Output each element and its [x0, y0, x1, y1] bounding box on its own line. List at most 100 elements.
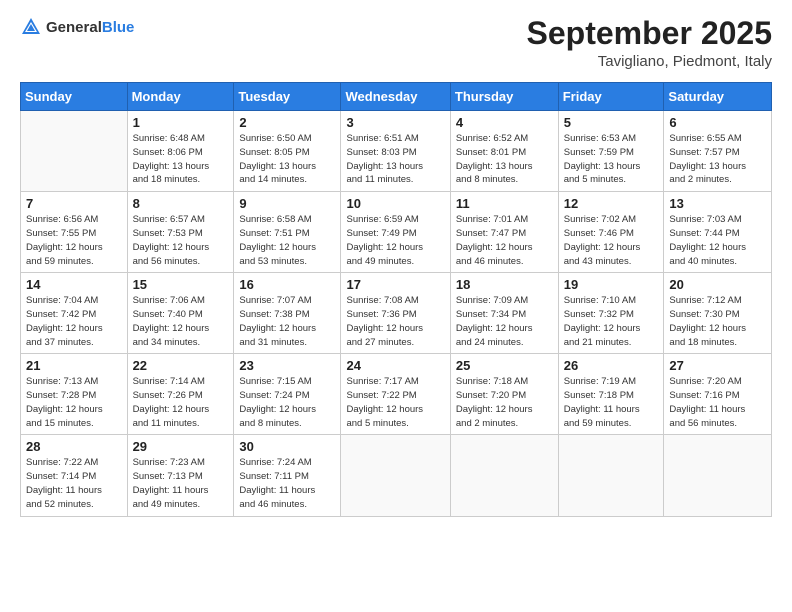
- day-number: 19: [564, 277, 659, 292]
- calendar-cell: 5 Sunrise: 6:53 AMSunset: 7:59 PMDaylight…: [558, 111, 664, 192]
- day-info: Sunrise: 7:15 AMSunset: 7:24 PMDaylight:…: [239, 375, 335, 430]
- calendar-cell: 10 Sunrise: 6:59 AMSunset: 7:49 PMDayligh…: [341, 192, 450, 273]
- calendar-cell: 25 Sunrise: 7:18 AMSunset: 7:20 PMDayligh…: [450, 354, 558, 435]
- calendar-cell: 26 Sunrise: 7:19 AMSunset: 7:18 PMDayligh…: [558, 354, 664, 435]
- day-number: 20: [669, 277, 766, 292]
- day-info: Sunrise: 7:14 AMSunset: 7:26 PMDaylight:…: [133, 375, 229, 430]
- calendar-table: SundayMondayTuesdayWednesdayThursdayFrid…: [20, 82, 772, 516]
- weekday-header-tuesday: Tuesday: [234, 83, 341, 111]
- day-number: 11: [456, 196, 553, 211]
- day-info: Sunrise: 6:55 AMSunset: 7:57 PMDaylight:…: [669, 132, 766, 187]
- day-info: Sunrise: 7:22 AMSunset: 7:14 PMDaylight:…: [26, 456, 122, 511]
- calendar-cell: 9 Sunrise: 6:58 AMSunset: 7:51 PMDaylight…: [234, 192, 341, 273]
- day-number: 8: [133, 196, 229, 211]
- calendar-cell: 29 Sunrise: 7:23 AMSunset: 7:13 PMDayligh…: [127, 435, 234, 516]
- calendar-cell: 22Sunrise: 7:14 AMSunset: 7:26 PMDayligh…: [127, 354, 234, 435]
- calendar-cell: [450, 435, 558, 516]
- calendar-cell: 20 Sunrise: 7:12 AMSunset: 7:30 PMDayligh…: [664, 273, 772, 354]
- day-number: 3: [346, 115, 444, 130]
- weekday-header-thursday: Thursday: [450, 83, 558, 111]
- calendar-cell: 18Sunrise: 7:09 AMSunset: 7:34 PMDayligh…: [450, 273, 558, 354]
- day-info: Sunrise: 7:18 AMSunset: 7:20 PMDaylight:…: [456, 375, 553, 430]
- day-info: Sunrise: 6:58 AMSunset: 7:51 PMDaylight:…: [239, 213, 335, 268]
- day-number: 25: [456, 358, 553, 373]
- day-info: Sunrise: 7:20 AMSunset: 7:16 PMDaylight:…: [669, 375, 766, 430]
- day-number: 6: [669, 115, 766, 130]
- calendar-cell: 23 Sunrise: 7:15 AMSunset: 7:24 PMDayligh…: [234, 354, 341, 435]
- day-info: Sunrise: 7:23 AMSunset: 7:13 PMDaylight:…: [133, 456, 229, 511]
- logo-icon: [20, 16, 42, 38]
- day-number: 10: [346, 196, 444, 211]
- calendar-cell: 11 Sunrise: 7:01 AMSunset: 7:47 PMDayligh…: [450, 192, 558, 273]
- day-number: 15: [133, 277, 229, 292]
- calendar-cell: 8 Sunrise: 6:57 AMSunset: 7:53 PMDaylight…: [127, 192, 234, 273]
- day-info: Sunrise: 6:59 AMSunset: 7:49 PMDaylight:…: [346, 213, 444, 268]
- calendar-cell: 28Sunrise: 7:22 AMSunset: 7:14 PMDayligh…: [21, 435, 128, 516]
- day-info: Sunrise: 7:10 AMSunset: 7:32 PMDaylight:…: [564, 294, 659, 349]
- day-info: Sunrise: 6:53 AMSunset: 7:59 PMDaylight:…: [564, 132, 659, 187]
- calendar-cell: 19 Sunrise: 7:10 AMSunset: 7:32 PMDayligh…: [558, 273, 664, 354]
- day-number: 30: [239, 439, 335, 454]
- calendar-header-row: SundayMondayTuesdayWednesdayThursdayFrid…: [21, 83, 772, 111]
- day-info: Sunrise: 7:17 AMSunset: 7:22 PMDaylight:…: [346, 375, 444, 430]
- day-info: Sunrise: 7:02 AMSunset: 7:46 PMDaylight:…: [564, 213, 659, 268]
- day-number: 23: [239, 358, 335, 373]
- day-info: Sunrise: 7:12 AMSunset: 7:30 PMDaylight:…: [669, 294, 766, 349]
- weekday-header-saturday: Saturday: [664, 83, 772, 111]
- day-number: 13: [669, 196, 766, 211]
- logo-general: General: [46, 20, 102, 35]
- day-info: Sunrise: 6:48 AMSunset: 8:06 PMDaylight:…: [133, 132, 229, 187]
- day-number: 24: [346, 358, 444, 373]
- day-number: 9: [239, 196, 335, 211]
- calendar-cell: 4Sunrise: 6:52 AMSunset: 8:01 PMDaylight…: [450, 111, 558, 192]
- day-info: Sunrise: 6:52 AMSunset: 8:01 PMDaylight:…: [456, 132, 553, 187]
- logo-blue: Blue: [102, 20, 135, 35]
- day-number: 29: [133, 439, 229, 454]
- day-number: 18: [456, 277, 553, 292]
- page: GeneralBlue September 2025 Tavigliano, P…: [0, 0, 792, 612]
- day-number: 2: [239, 115, 335, 130]
- calendar-cell: 3 Sunrise: 6:51 AMSunset: 8:03 PMDaylight…: [341, 111, 450, 192]
- calendar-cell: 14Sunrise: 7:04 AMSunset: 7:42 PMDayligh…: [21, 273, 128, 354]
- calendar-cell: 27 Sunrise: 7:20 AMSunset: 7:16 PMDayligh…: [664, 354, 772, 435]
- day-info: Sunrise: 7:19 AMSunset: 7:18 PMDaylight:…: [564, 375, 659, 430]
- day-number: 21: [26, 358, 122, 373]
- day-number: 1: [133, 115, 229, 130]
- title-block: September 2025 Tavigliano, Piedmont, Ita…: [527, 16, 772, 70]
- calendar-cell: 12 Sunrise: 7:02 AMSunset: 7:46 PMDayligh…: [558, 192, 664, 273]
- calendar-cell: [558, 435, 664, 516]
- calendar-cell: 30 Sunrise: 7:24 AMSunset: 7:11 PMDayligh…: [234, 435, 341, 516]
- calendar-week-row: 28Sunrise: 7:22 AMSunset: 7:14 PMDayligh…: [21, 435, 772, 516]
- day-info: Sunrise: 7:01 AMSunset: 7:47 PMDaylight:…: [456, 213, 553, 268]
- weekday-header-friday: Friday: [558, 83, 664, 111]
- header: GeneralBlue September 2025 Tavigliano, P…: [20, 16, 772, 70]
- day-number: 17: [346, 277, 444, 292]
- day-info: Sunrise: 7:03 AMSunset: 7:44 PMDaylight:…: [669, 213, 766, 268]
- calendar-cell: 6 Sunrise: 6:55 AMSunset: 7:57 PMDaylight…: [664, 111, 772, 192]
- weekday-header-monday: Monday: [127, 83, 234, 111]
- calendar-cell: 16Sunrise: 7:07 AMSunset: 7:38 PMDayligh…: [234, 273, 341, 354]
- day-number: 27: [669, 358, 766, 373]
- day-number: 26: [564, 358, 659, 373]
- calendar-cell: [21, 111, 128, 192]
- calendar-week-row: 14Sunrise: 7:04 AMSunset: 7:42 PMDayligh…: [21, 273, 772, 354]
- calendar-week-row: 7 Sunrise: 6:56 AMSunset: 7:55 PMDaylight…: [21, 192, 772, 273]
- calendar-cell: 21 Sunrise: 7:13 AMSunset: 7:28 PMDayligh…: [21, 354, 128, 435]
- day-number: 14: [26, 277, 122, 292]
- calendar-cell: 15Sunrise: 7:06 AMSunset: 7:40 PMDayligh…: [127, 273, 234, 354]
- day-number: 16: [239, 277, 335, 292]
- day-info: Sunrise: 6:56 AMSunset: 7:55 PMDaylight:…: [26, 213, 122, 268]
- day-info: Sunrise: 7:24 AMSunset: 7:11 PMDaylight:…: [239, 456, 335, 511]
- day-number: 5: [564, 115, 659, 130]
- calendar-cell: 13 Sunrise: 7:03 AMSunset: 7:44 PMDayligh…: [664, 192, 772, 273]
- calendar-week-row: 21 Sunrise: 7:13 AMSunset: 7:28 PMDayligh…: [21, 354, 772, 435]
- day-number: 12: [564, 196, 659, 211]
- calendar-cell: 1 Sunrise: 6:48 AMSunset: 8:06 PMDaylight…: [127, 111, 234, 192]
- day-info: Sunrise: 6:51 AMSunset: 8:03 PMDaylight:…: [346, 132, 444, 187]
- day-number: 7: [26, 196, 122, 211]
- day-info: Sunrise: 7:08 AMSunset: 7:36 PMDaylight:…: [346, 294, 444, 349]
- day-info: Sunrise: 7:13 AMSunset: 7:28 PMDaylight:…: [26, 375, 122, 430]
- day-info: Sunrise: 6:57 AMSunset: 7:53 PMDaylight:…: [133, 213, 229, 268]
- calendar-cell: 7 Sunrise: 6:56 AMSunset: 7:55 PMDaylight…: [21, 192, 128, 273]
- calendar-cell: [664, 435, 772, 516]
